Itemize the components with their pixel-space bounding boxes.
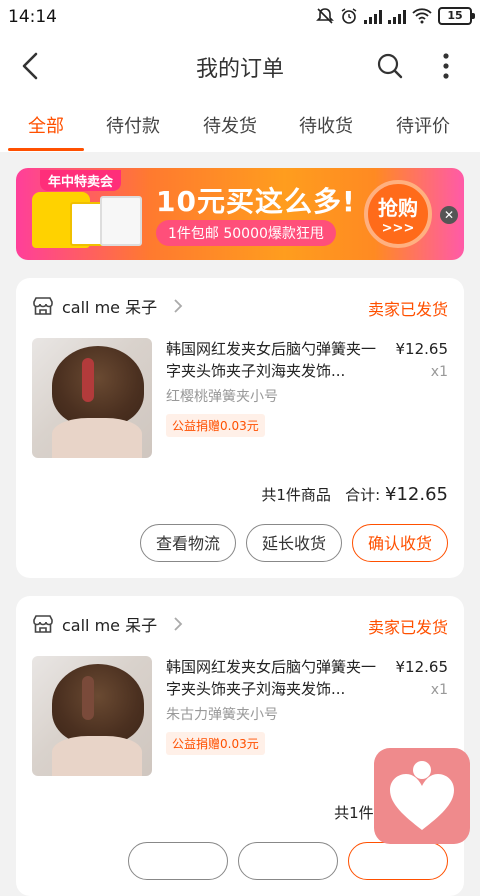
store-icon <box>33 297 53 315</box>
order-status: 卖家已发货 <box>367 618 448 637</box>
product-price: ¥12.65 <box>395 658 449 676</box>
product-variant: 红樱桃弹簧夹小号 <box>166 389 278 405</box>
alarm-clock-icon <box>341 8 357 24</box>
top-app-bar: 我的订单 <box>0 34 480 98</box>
order-card[interactable]: call me 呆子 卖家已发货 韩国网红发夹女后脑勺弹簧夹一字夹头饰夹子刘海夹… <box>16 278 464 578</box>
product-title[interactable]: 韩国网红发夹女后脑勺弹簧夹一字夹头饰夹子刘海夹发饰... <box>166 656 376 700</box>
product-thumbnail[interactable] <box>32 338 152 458</box>
product-box-2-image <box>100 196 142 246</box>
active-tab-indicator <box>8 148 84 151</box>
tab-pending-review[interactable]: 待评价 <box>396 112 450 138</box>
order-summary: 共1件商品 合计: ¥12.65 <box>261 484 448 505</box>
charity-badge: 公益捐赠0.03元 <box>166 414 265 437</box>
action-button[interactable] <box>128 842 228 880</box>
product-quantity: x1 <box>430 682 448 698</box>
grab-deal-label: 抢购 <box>378 196 418 220</box>
signal-2-icon <box>388 8 406 24</box>
shop-link[interactable]: call me 呆子 <box>32 612 183 636</box>
store-icon <box>33 615 53 633</box>
page-title: 我的订单 <box>195 57 284 82</box>
promo-banner[interactable]: 年中特卖会 10元买这么多! 1件包邮 50000爆款狂甩 抢购 >>> ✕ <box>16 168 464 260</box>
more-options-icon[interactable] <box>440 52 452 80</box>
item-count: 共1件商品 <box>261 486 331 504</box>
order-status: 卖家已发货 <box>367 300 448 319</box>
chevron-right-icon <box>174 617 183 631</box>
grab-deal-button[interactable]: 抢购 >>> <box>364 180 432 248</box>
order-card[interactable]: call me 呆子 卖家已发货 韩国网红发夹女后脑勺弹簧夹一字夹头饰夹子刘海夹… <box>16 596 464 896</box>
shop-link[interactable]: call me 呆子 <box>32 294 183 318</box>
battery-icon: 15 <box>438 7 475 25</box>
mute-bell-icon <box>316 8 334 24</box>
floating-charity-button[interactable] <box>374 748 470 844</box>
product-title[interactable]: 韩国网红发夹女后脑勺弹簧夹一字夹头饰夹子刘海夹发饰... <box>166 338 376 382</box>
status-icons: 15 <box>316 7 475 25</box>
action-button[interactable] <box>348 842 448 880</box>
tab-pending-shipment[interactable]: 待发货 <box>203 112 257 138</box>
charity-badge: 公益捐赠0.03元 <box>166 732 265 755</box>
tab-all[interactable]: 全部 <box>28 112 64 138</box>
grab-deal-arrows: >>> <box>381 221 415 236</box>
search-icon[interactable] <box>376 52 404 80</box>
product-price: ¥12.65 <box>395 340 449 358</box>
shop-name: call me 呆子 <box>62 616 158 635</box>
wifi-icon <box>412 8 432 24</box>
order-actions <box>128 842 448 880</box>
confirm-receipt-button[interactable]: 确认收货 <box>351 524 448 562</box>
shop-name: call me 呆子 <box>62 298 158 317</box>
total-amount: ¥12.65 <box>385 484 448 505</box>
tab-pending-payment[interactable]: 待付款 <box>106 112 160 138</box>
tab-pending-receipt[interactable]: 待收货 <box>299 112 353 138</box>
product-quantity: x1 <box>430 364 448 380</box>
view-logistics-button[interactable]: 查看物流 <box>139 524 236 562</box>
extend-receipt-button[interactable]: 延长收货 <box>245 524 342 562</box>
product-thumbnail[interactable] <box>32 656 152 776</box>
status-bar: 14:14 15 <box>0 0 480 34</box>
product-variant: 朱古力弹簧夹小号 <box>166 707 278 723</box>
chevron-right-icon <box>174 299 183 313</box>
banner-headline: 10元买这么多! <box>156 185 356 218</box>
close-banner-icon[interactable]: ✕ <box>440 206 458 224</box>
banner-subtitle: 1件包邮 50000爆款狂甩 <box>156 220 336 246</box>
banner-tag: 年中特卖会 <box>40 170 122 191</box>
heart-person-icon <box>390 761 454 830</box>
total-label: 合计: <box>345 486 381 504</box>
signal-icon <box>364 8 382 24</box>
action-button[interactable] <box>238 842 338 880</box>
status-time: 14:14 <box>8 7 57 27</box>
order-tabs: 全部 待付款 待发货 待收货 待评价 <box>0 98 480 152</box>
order-actions: 查看物流 延长收货 确认收货 <box>139 524 448 562</box>
